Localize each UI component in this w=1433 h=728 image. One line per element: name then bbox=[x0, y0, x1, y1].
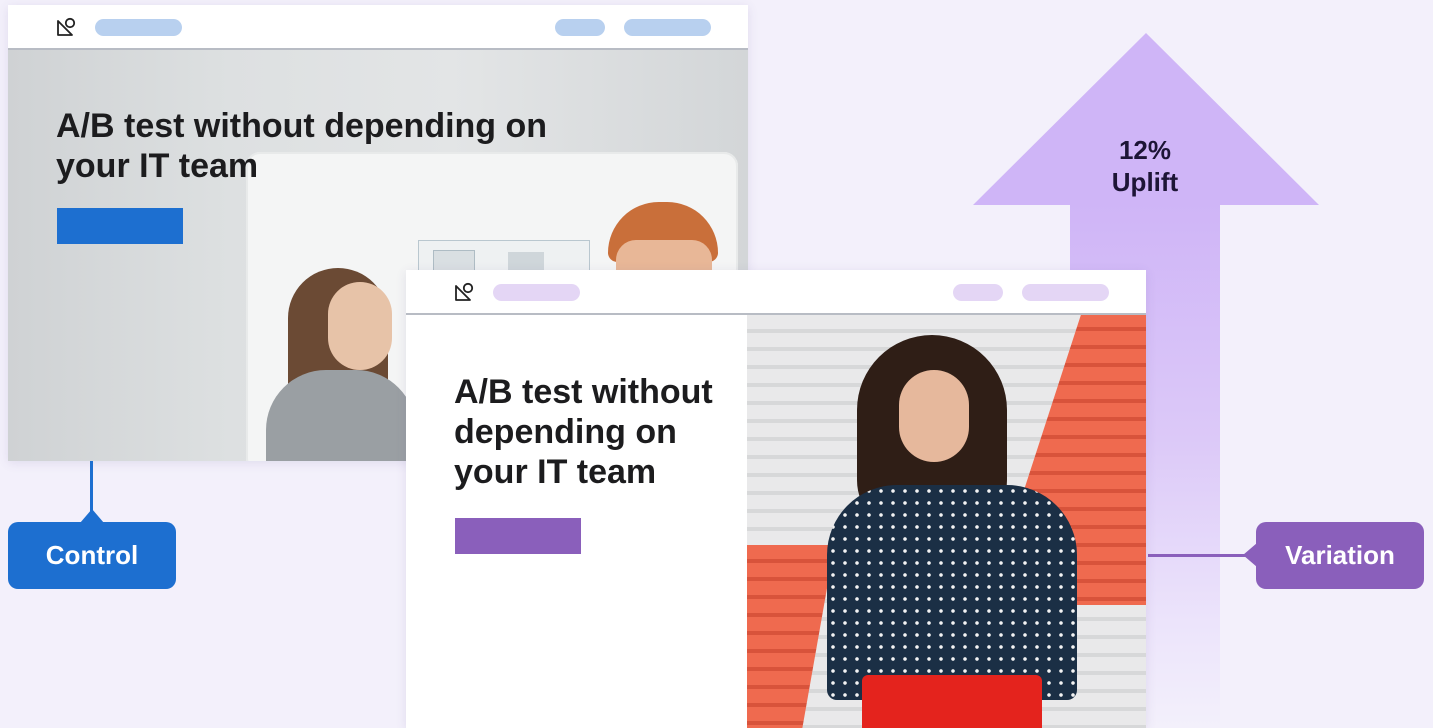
nav-brand-placeholder[interactable] bbox=[95, 19, 182, 36]
nav-link-placeholder[interactable] bbox=[624, 19, 711, 36]
nav-link-placeholder[interactable] bbox=[953, 284, 1003, 301]
nav-link-placeholder[interactable] bbox=[555, 19, 605, 36]
control-headline: A/B test without depending on your IT te… bbox=[56, 107, 548, 185]
control-label: Control bbox=[8, 522, 176, 589]
woman-polka-dot-blouse bbox=[827, 485, 1077, 700]
variation-label: Variation bbox=[1256, 522, 1424, 589]
uplift-label: 12% Uplift bbox=[1070, 134, 1220, 198]
variation-navbar bbox=[406, 270, 1146, 315]
control-navbar bbox=[8, 5, 748, 50]
variation-headline: A/B test without depending on your IT te… bbox=[454, 373, 713, 491]
logo-icon[interactable] bbox=[453, 281, 475, 303]
nav-link-placeholder[interactable] bbox=[1022, 284, 1109, 301]
logo-icon[interactable] bbox=[55, 16, 77, 38]
variation-label-pointer bbox=[1243, 543, 1257, 567]
control-label-pointer bbox=[80, 509, 104, 523]
red-wall-stripes bbox=[747, 545, 835, 728]
variation-connector-line bbox=[1148, 554, 1248, 557]
variation-hero-photo bbox=[747, 315, 1146, 728]
woman-face bbox=[899, 370, 969, 462]
variation-page-mockup: A/B test without depending on your IT te… bbox=[406, 270, 1146, 728]
nav-brand-placeholder[interactable] bbox=[493, 284, 580, 301]
uplift-text: Uplift bbox=[1111, 167, 1179, 197]
variation-cta-button[interactable] bbox=[455, 518, 581, 554]
woman-red-pants bbox=[862, 675, 1042, 728]
woman-body bbox=[266, 370, 416, 461]
control-cta-button[interactable] bbox=[57, 208, 183, 244]
woman-face bbox=[328, 282, 392, 370]
uplift-percent: 12% bbox=[1118, 135, 1172, 165]
